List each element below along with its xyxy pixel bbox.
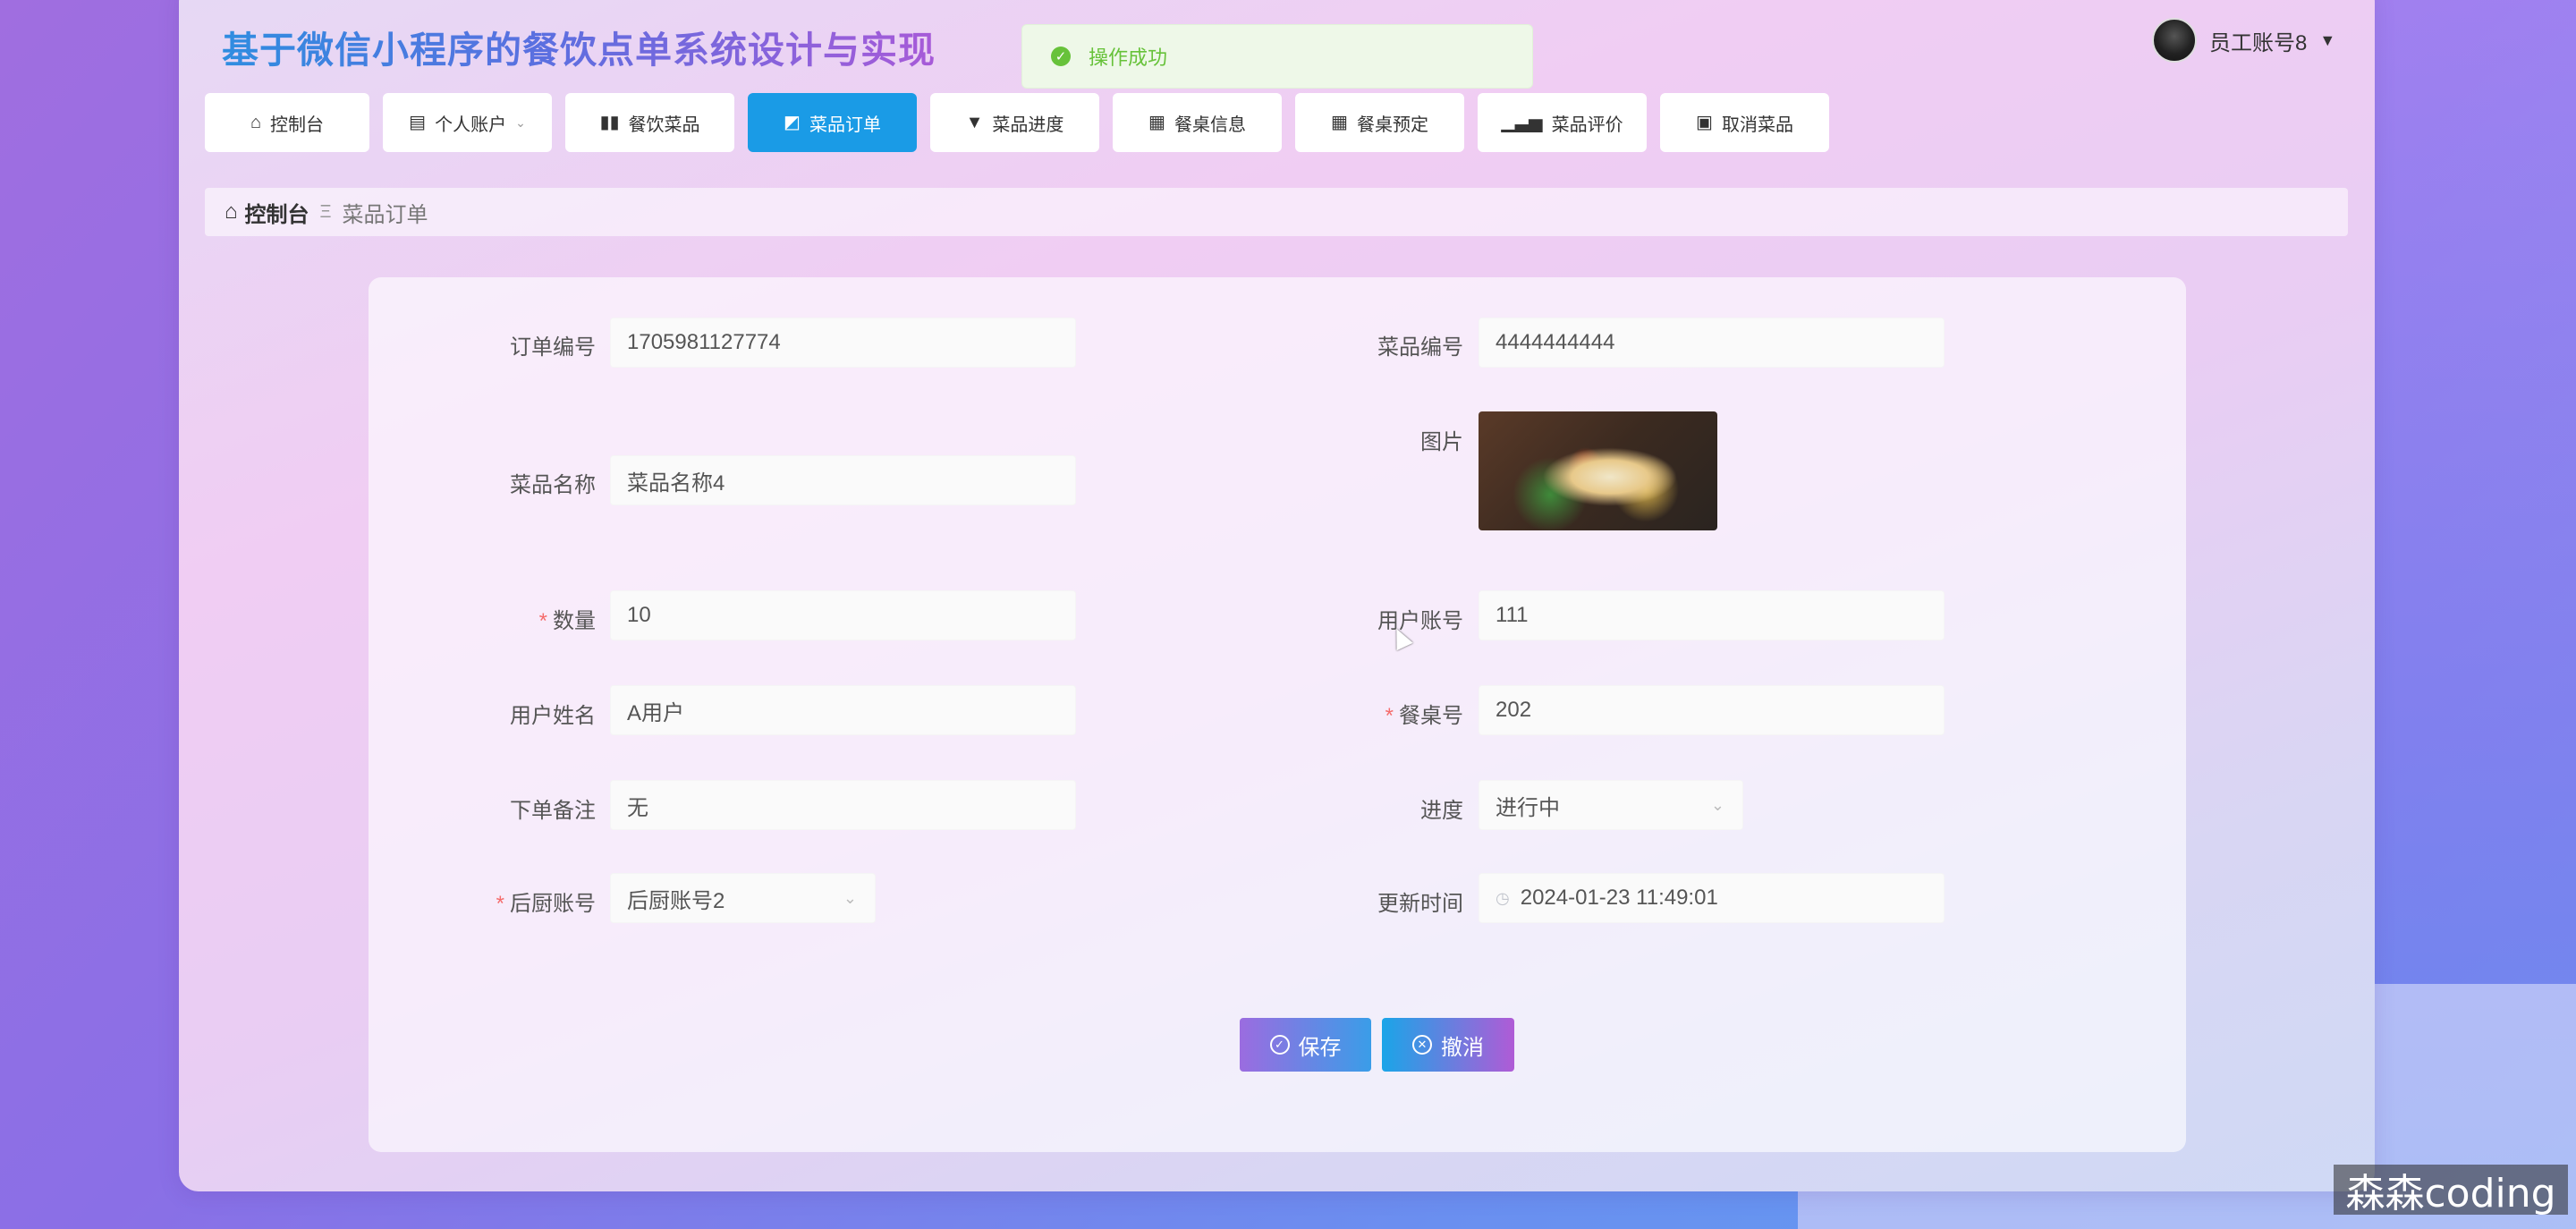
order-no-label: 订单编号: [510, 335, 596, 360]
order-note-field[interactable]: 无: [610, 780, 1076, 830]
watermark: 森森coding: [2334, 1165, 2568, 1216]
chevron-down-icon: ⌄: [1710, 795, 1724, 814]
grid-icon: ▦: [1331, 113, 1348, 132]
bar-chart-icon: ▁▃▅: [1501, 113, 1543, 132]
image-label: 图片: [1420, 430, 1463, 454]
tab-dishes[interactable]: ▮▮ 餐饮菜品: [565, 93, 734, 152]
tab-label: 取消菜品: [1721, 114, 1793, 135]
order-no-field[interactable]: 1705981127774: [610, 318, 1076, 368]
success-toast: ✓ 操作成功: [1021, 24, 1533, 89]
breadcrumb-home[interactable]: ⌂ 控制台: [225, 197, 309, 228]
bars-icon: ▮▮: [599, 113, 620, 132]
progress-select[interactable]: 进行中 ⌄: [1479, 780, 1743, 830]
home-icon: ⌂: [250, 113, 262, 132]
update-time-label: 更新时间: [1377, 892, 1463, 916]
tab-label: 控制台: [270, 114, 325, 135]
breadcrumb-separator: Ξ: [319, 201, 332, 222]
calendar-icon: ▤: [409, 113, 427, 132]
user-account-field[interactable]: 111: [1479, 590, 1945, 640]
caret-down-icon[interactable]: ▼: [2319, 31, 2335, 50]
tab-dish-orders[interactable]: ◩ 菜品订单: [748, 93, 917, 152]
tab-label: 菜品进度: [992, 114, 1064, 135]
dish-name-field[interactable]: 菜品名称4: [610, 455, 1076, 505]
tab-cancel-dishes[interactable]: ▣ 取消菜品: [1660, 93, 1829, 152]
avatar[interactable]: [2152, 18, 2197, 63]
home-icon: ⌂: [225, 199, 238, 224]
table-no-field[interactable]: 202: [1479, 685, 1945, 735]
clock-icon: ◷: [1496, 888, 1510, 907]
check-circle-icon: ✓: [1269, 1035, 1290, 1055]
tab-label: 菜品评价: [1551, 114, 1623, 135]
app-title: 基于微信小程序的餐饮点单系统设计与实现: [222, 20, 936, 73]
close-circle-icon: ✕: [1412, 1035, 1432, 1055]
user-name-field[interactable]: A用户: [610, 685, 1076, 735]
progress-label: 进度: [1420, 799, 1463, 823]
grid-icon: ▦: [1148, 113, 1165, 132]
tab-label: 餐桌信息: [1174, 114, 1246, 135]
chart-icon: ◩: [784, 113, 801, 132]
chevron-down-icon: ⌄: [843, 888, 857, 907]
user-account-label: 用户账号: [1377, 609, 1463, 633]
tab-personal-account[interactable]: ▤ 个人账户 ⌄: [383, 93, 552, 152]
tab-dish-progress[interactable]: ▼ 菜品进度: [930, 93, 1099, 152]
tab-label: 餐饮菜品: [628, 114, 700, 135]
tab-table-reservation[interactable]: ▦ 餐桌预定: [1295, 93, 1464, 152]
tab-label: 个人账户: [435, 114, 507, 135]
breadcrumb: ⌂ 控制台 Ξ 菜品订单: [205, 188, 2348, 236]
user-menu[interactable]: 员工账号8 ▼: [2152, 18, 2335, 63]
cancel-button[interactable]: ✕ 撤消: [1382, 1018, 1514, 1072]
save-button[interactable]: ✓ 保存: [1240, 1018, 1371, 1072]
order-note-label: 下单备注: [510, 799, 596, 823]
dish-image[interactable]: [1479, 411, 1717, 530]
user-name-label: 用户姓名: [510, 704, 596, 728]
toast-message: 操作成功: [1089, 47, 1168, 69]
success-check-icon: ✓: [1051, 47, 1071, 66]
kitchen-account-label: * 后厨账号: [496, 892, 596, 916]
dish-no-field[interactable]: 4444444444: [1479, 318, 1945, 368]
kitchen-account-select[interactable]: 后厨账号2 ⌄: [610, 873, 876, 923]
tab-label: 餐桌预定: [1356, 114, 1428, 135]
chevron-down-icon: ⌄: [515, 115, 526, 130]
brush-icon: ▼: [965, 113, 984, 132]
quantity-label: * 数量: [538, 609, 596, 633]
tab-dashboard[interactable]: ⌂ 控制台: [205, 93, 369, 152]
tab-table-info[interactable]: ▦ 餐桌信息: [1113, 93, 1282, 152]
top-nav: ⌂ 控制台 ▤ 个人账户 ⌄ ▮▮ 餐饮菜品 ◩ 菜品订单 ▼ 菜品进度 ▦ 餐…: [205, 93, 1829, 152]
quantity-field[interactable]: 10: [610, 590, 1076, 640]
tab-label: 菜品订单: [809, 114, 881, 135]
table-no-label: * 餐桌号: [1385, 704, 1463, 728]
clipboard-icon: ▣: [1696, 113, 1713, 132]
dish-name-label: 菜品名称: [510, 473, 596, 497]
user-name[interactable]: 员工账号8: [2209, 25, 2307, 56]
update-time-field[interactable]: ◷ 2024-01-23 11:49:01: [1479, 873, 1945, 923]
tab-dish-reviews[interactable]: ▁▃▅ 菜品评价: [1478, 93, 1647, 152]
breadcrumb-current: 菜品订单: [342, 202, 428, 227]
dish-no-label: 菜品编号: [1377, 335, 1463, 360]
